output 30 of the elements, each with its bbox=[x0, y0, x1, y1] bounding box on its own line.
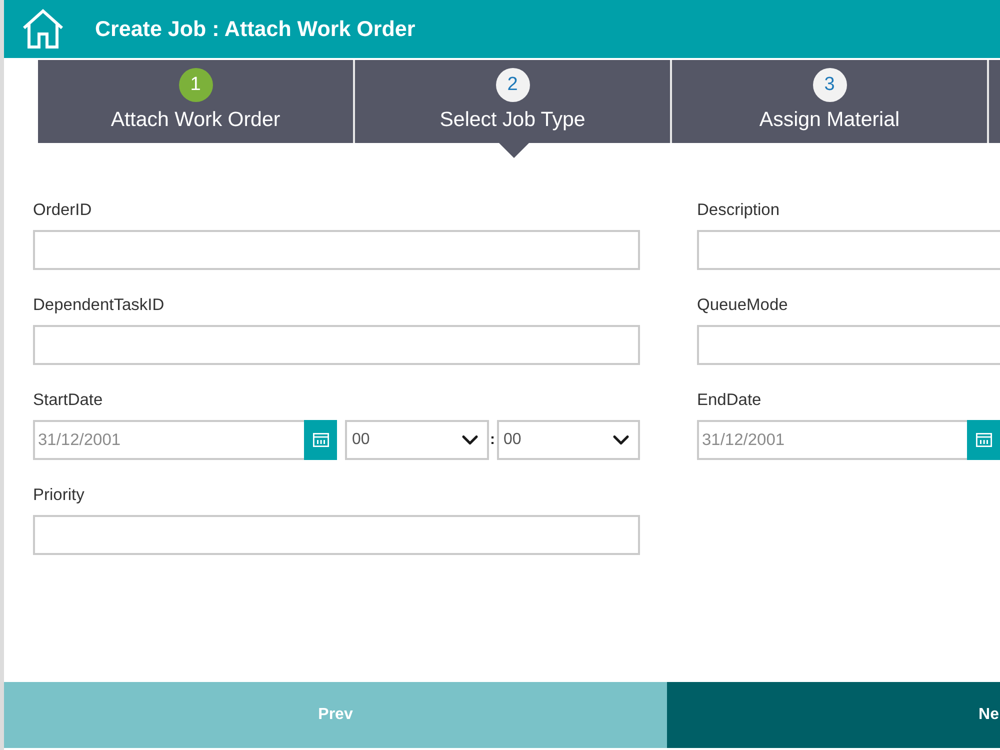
home-icon[interactable] bbox=[22, 9, 64, 49]
step-label: Assign Material bbox=[759, 108, 900, 132]
step-number: 1 bbox=[178, 68, 212, 102]
text-field[interactable] bbox=[33, 325, 640, 365]
date-field[interactable]: 31/12/2001 bbox=[33, 420, 304, 460]
hour-dropdown[interactable]: 00 bbox=[345, 420, 488, 460]
field-label: EndDate bbox=[697, 390, 762, 410]
calendar-button[interactable] bbox=[967, 420, 1000, 460]
next-button[interactable]: Ne bbox=[667, 682, 1000, 748]
step-label: Select Job Type bbox=[440, 108, 586, 132]
text-field[interactable] bbox=[33, 230, 640, 270]
step-number: 3 bbox=[812, 68, 846, 102]
field-label: Description bbox=[697, 200, 780, 220]
text-field[interactable] bbox=[33, 515, 640, 555]
field-label: Priority bbox=[33, 485, 84, 505]
calendar-icon bbox=[312, 433, 328, 447]
calendar-icon bbox=[976, 433, 992, 447]
field-label: StartDate bbox=[33, 390, 103, 410]
field-label: QueueMode bbox=[697, 295, 788, 315]
field-label: DependentTaskID bbox=[33, 295, 164, 315]
step-number: 2 bbox=[496, 68, 530, 102]
time-separator: : bbox=[489, 430, 496, 450]
minute-dropdown[interactable]: 00 bbox=[496, 420, 640, 460]
step-label: Attach Work Order bbox=[110, 108, 280, 132]
field-label: OrderID bbox=[33, 200, 92, 220]
calendar-button[interactable] bbox=[304, 420, 337, 460]
text-field[interactable] bbox=[697, 325, 1000, 365]
page-title: Create Job : Attach Work Order bbox=[95, 16, 416, 42]
text-field[interactable] bbox=[697, 230, 1000, 270]
date-field[interactable]: 31/12/2001 bbox=[697, 420, 967, 460]
